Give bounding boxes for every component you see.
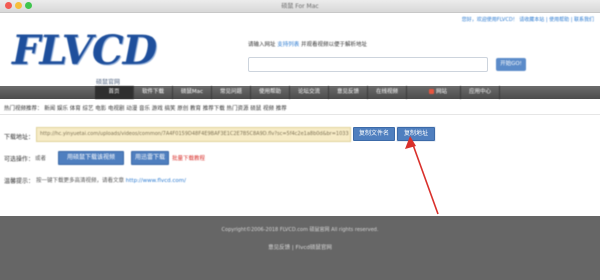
nav-item-software[interactable]: 软件下载: [134, 86, 173, 99]
search-hint: 请输入网址 支持列表 并观看视频以便于解析地址: [248, 40, 367, 48]
note-link[interactable]: http://www.flvcd.com/: [126, 178, 186, 184]
download-url-text: http://hc.yinyuetai.com/uploads/videos/c…: [40, 131, 349, 137]
nav-item-feedback[interactable]: 意见反馈: [329, 86, 368, 99]
browser-window: 硕鼠 For Mac 您好，欢迎使用FLVCD！ 请收藏本站 | 使用帮助 | …: [0, 0, 600, 280]
nav-item-site[interactable]: 网站: [416, 86, 461, 99]
logo-subtitle: 硕鼠官网: [96, 79, 121, 86]
nav-item-help[interactable]: 使用帮助: [251, 86, 290, 99]
copyright-text: Copyright©2006-2018 FLVCD.com 硕鼠官网 All r…: [221, 227, 379, 233]
logo-text: FLVCD: [12, 27, 157, 74]
batch-download-link[interactable]: 批量下载教程: [172, 154, 205, 162]
options-label: 可选操作：: [4, 156, 35, 163]
nav-bar: 首页 软件下载 硕鼠Mac 常见问题 使用帮助 论坛交流 意见反馈 在线视频 网…: [0, 86, 600, 99]
hot-videos-line[interactable]: 热门视频推荐： 新闻 娱乐 体育 综艺 电影 电视剧 动漫 音乐 游戏 搞笑 原…: [4, 104, 287, 112]
download-url-field[interactable]: http://hc.yinyuetai.com/uploads/videos/c…: [36, 127, 351, 142]
download-with-shuoshu-button[interactable]: 用硕鼠下载该视频: [58, 151, 124, 165]
divider: [0, 114, 600, 115]
start-button[interactable]: 开始GO!: [496, 58, 526, 71]
nav-item-home[interactable]: 首页: [95, 86, 134, 99]
page-content: 您好，欢迎使用FLVCD！ 请收藏本站 | 使用帮助 | 联系我们 FLVCD …: [0, 13, 600, 280]
options-sub: 或者: [35, 156, 47, 162]
site-logo[interactable]: FLVCD 硕鼠官网: [2, 25, 157, 95]
supported-list-link[interactable]: 支持列表: [277, 42, 299, 48]
title-bar: 硕鼠 For Mac: [0, 0, 600, 13]
flag-icon: [428, 89, 434, 94]
footer: Copyright©2006-2018 FLVCD.com 硕鼠官网 All r…: [0, 216, 600, 280]
nav-item-forum[interactable]: 论坛交流: [290, 86, 329, 99]
nav-item-site-label: 网站: [435, 89, 447, 95]
nav-item-faq[interactable]: 常见问题: [212, 86, 251, 99]
top-links[interactable]: 您好，欢迎使用FLVCD！ 请收藏本站 | 使用帮助 | 联系我们: [462, 16, 594, 23]
hint-prefix: 请输入网址: [248, 42, 276, 48]
note-text: 按一键下载更多高清视频，请看文章 http://www.flvcd.com/: [36, 176, 186, 184]
download-label: 下载地址：: [4, 134, 35, 141]
download-with-xunlei-button[interactable]: 用迅雷下载: [131, 151, 169, 165]
nav-item-mac[interactable]: 硕鼠Mac: [173, 86, 212, 99]
hint-suffix: 并观看视频以便于解析地址: [301, 42, 368, 48]
footer-links[interactable]: 意见反馈 | Flvcd硕鼠官网: [0, 243, 600, 251]
window-title: 硕鼠 For Mac: [281, 3, 319, 10]
note-label: 温馨提示：: [4, 178, 35, 185]
url-input[interactable]: [248, 57, 488, 72]
nav-item-online-video[interactable]: 在线视频: [368, 86, 407, 99]
copy-filename-button[interactable]: 复制文件名: [353, 127, 395, 141]
note-body: 按一键下载更多高清视频，请看文章: [36, 178, 125, 184]
copy-address-button[interactable]: 复制地址: [397, 127, 435, 141]
nav-item-apps[interactable]: 应用中心: [461, 86, 500, 99]
